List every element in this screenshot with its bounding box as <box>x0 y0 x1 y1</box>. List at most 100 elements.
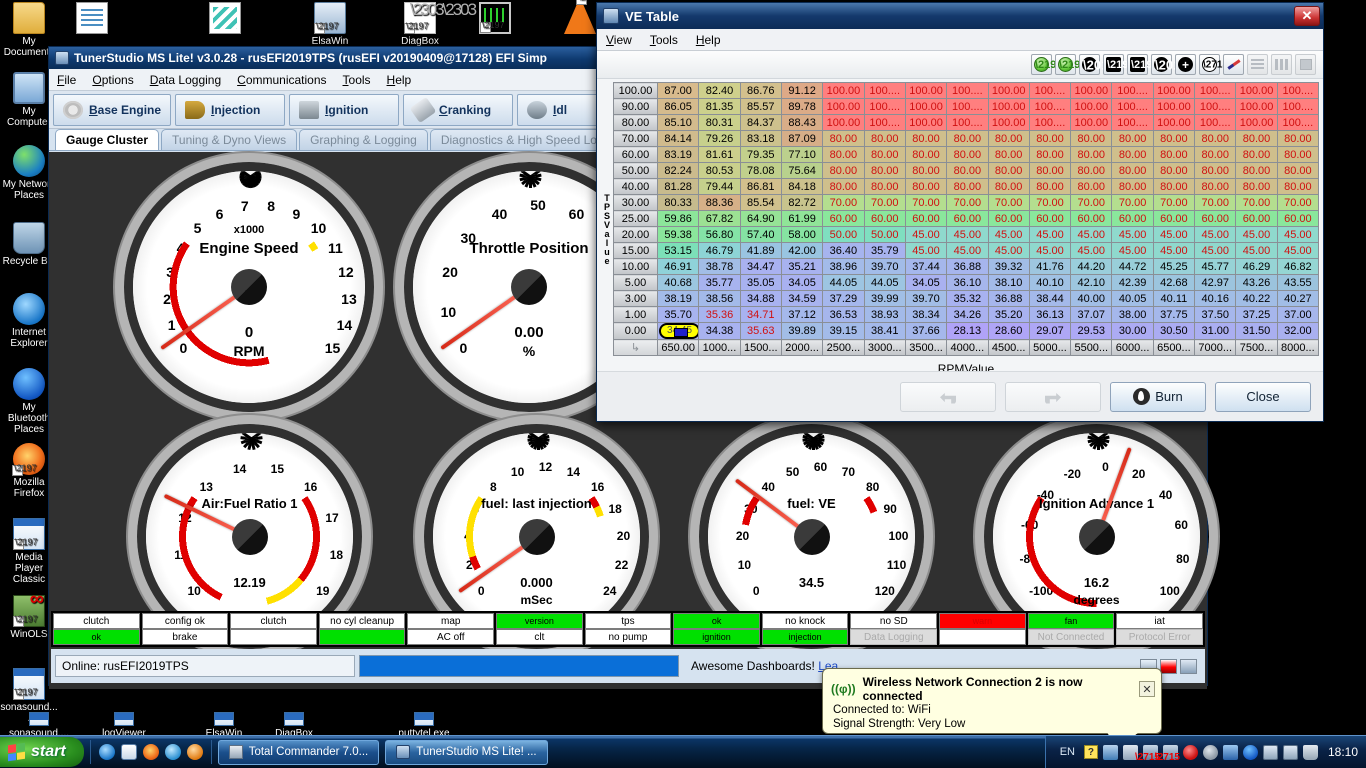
table-cell[interactable]: 80.00 <box>987 146 1030 163</box>
row-header[interactable]: 30.00 <box>613 194 658 211</box>
table-cell[interactable]: 81.61 <box>698 146 741 163</box>
menu-item-file[interactable]: File <box>49 71 84 89</box>
table-cell[interactable]: 91.12 <box>780 82 824 99</box>
table-cell[interactable]: 40.27 <box>1276 290 1319 307</box>
table-cell[interactable]: 60.00 <box>1070 210 1113 227</box>
table-cell[interactable]: 100.00 <box>1152 114 1196 131</box>
table-cell[interactable]: 84.14 <box>656 130 700 147</box>
table-cell[interactable]: 37.00 <box>1276 306 1319 323</box>
table-cell[interactable]: 53.15 <box>656 242 700 259</box>
table-cell[interactable]: 45.00 <box>987 242 1030 259</box>
help-icon[interactable]: ? <box>1083 745 1098 759</box>
table-cell[interactable]: 83.18 <box>739 130 782 147</box>
table-cell[interactable]: 35.32 <box>946 290 989 307</box>
table-cell[interactable]: 80.33 <box>656 194 700 211</box>
table-cell[interactable]: 80.00 <box>1070 130 1113 147</box>
table-cell[interactable]: 35.70 <box>656 306 700 323</box>
table-cell[interactable]: 80.00 <box>822 130 865 147</box>
table-cell[interactable]: 60.00 <box>863 210 906 227</box>
axis-swap-icon[interactable]: ↳ <box>613 339 658 356</box>
row-header[interactable]: 50.00 <box>613 162 658 179</box>
table-cell[interactable]: 87.00 <box>656 82 700 99</box>
table-cell[interactable]: 45.00 <box>946 226 989 243</box>
table-cell[interactable]: 100.... <box>1276 114 1319 131</box>
table-cell[interactable]: 80.00 <box>1152 146 1196 163</box>
taskbar-item-total-commander[interactable]: Total Commander 7.0... <box>217 739 380 765</box>
row-header[interactable]: 5.00 <box>613 274 658 291</box>
table-cell[interactable]: 42.68 <box>1152 274 1196 291</box>
table-cell[interactable]: 45.00 <box>1235 226 1278 243</box>
table-row[interactable]: 15.00 53.15 46.79 41.89 42.00 36.40 35.79 45.00… <box>613 242 1319 259</box>
show-desktop-icon[interactable] <box>120 744 137 760</box>
table-cell[interactable]: 36.10 <box>946 274 989 291</box>
table-cell[interactable]: 38.96 <box>822 258 865 275</box>
redo-button[interactable] <box>1005 381 1101 412</box>
table-cell[interactable]: 40.16 <box>1194 290 1237 307</box>
table-cell[interactable]: 100.00 <box>1070 82 1113 99</box>
table-cell[interactable]: 70.00 <box>1028 194 1072 211</box>
table-cell[interactable]: 45.00 <box>904 242 948 259</box>
table-cell[interactable]: 83.19 <box>656 146 700 163</box>
table-cell[interactable]: 100.... <box>946 82 989 99</box>
table-cell[interactable]: 40.11 <box>1152 290 1196 307</box>
column-header[interactable]: 7000... <box>1194 339 1237 356</box>
table-cell[interactable]: 30.00 <box>1111 322 1154 340</box>
table-cell[interactable]: 80.00 <box>863 162 906 179</box>
table-cell[interactable]: 45.00 <box>1276 242 1319 259</box>
close-icon[interactable]: ✕ <box>1294 6 1320 26</box>
toolbar-button-ignition[interactable]: Ignition <box>289 93 400 126</box>
desktop-icon-top-3[interactable]: DiagBox <box>391 2 475 47</box>
volume-muted-icon[interactable] <box>1202 744 1218 760</box>
table-cell[interactable]: 43.55 <box>1276 274 1319 291</box>
quick-launch-bar[interactable] <box>89 740 212 764</box>
column-header[interactable]: 1500... <box>739 339 782 356</box>
table-cell[interactable]: 35.77 <box>698 274 741 291</box>
table-cell[interactable]: 80.00 <box>904 178 948 195</box>
opera-icon[interactable] <box>186 744 203 760</box>
table-cell[interactable]: 80.00 <box>1235 162 1278 179</box>
table-cell[interactable]: 39.70 <box>904 290 948 307</box>
table-cell[interactable]: 100.... <box>1028 98 1072 115</box>
table-row[interactable]: 1.00 35.70 35.36 34.71 37.12 36.53 38.93 38.34 3… <box>613 306 1319 323</box>
firefox-icon[interactable] <box>142 744 159 760</box>
desktop-icon-top-1[interactable] <box>196 2 254 36</box>
table-cell[interactable]: 45.00 <box>1152 242 1196 259</box>
table-cell[interactable]: 82.40 <box>698 82 741 99</box>
table-cell[interactable]: 80.00 <box>1028 146 1072 163</box>
table-cell[interactable]: 70.00 <box>1235 194 1278 211</box>
menu-item-options[interactable]: Options <box>84 71 141 89</box>
table-cell[interactable]: 45.00 <box>1276 226 1319 243</box>
table-cell[interactable]: 80.00 <box>1028 178 1072 195</box>
row-header[interactable]: 25.00 <box>613 210 658 227</box>
ve-menu-item-view[interactable]: View <box>597 31 641 49</box>
table-cell[interactable]: 100.... <box>1111 114 1154 131</box>
table-cell[interactable]: 80.00 <box>863 178 906 195</box>
table-cell[interactable]: 37.75 <box>1152 306 1196 323</box>
total-commander-icon[interactable] <box>164 744 181 760</box>
table-cell[interactable]: 36.88 <box>987 290 1030 307</box>
table-cell[interactable]: 44.20 <box>1070 258 1113 275</box>
network-icon[interactable] <box>1102 744 1118 760</box>
table-cell[interactable]: 59.38 <box>656 226 700 243</box>
columns-view-icon[interactable] <box>1271 54 1292 75</box>
table-cell[interactable]: 35.79 <box>863 242 906 259</box>
table-cell[interactable]: 80.00 <box>1276 162 1319 179</box>
table-cell[interactable]: 60.00 <box>904 210 948 227</box>
table-cell[interactable]: 85.54 <box>739 194 782 211</box>
menu-item-data-logging[interactable]: Data Logging <box>142 71 229 89</box>
ve-table-grid[interactable]: 100.00 87.00 82.40 86.76 91.12 100.00 100.... 1… <box>613 82 1319 356</box>
table-cell[interactable]: 64.90 <box>739 210 782 227</box>
row-header[interactable]: 20.00 <box>613 226 658 243</box>
table-cell[interactable]: 86.05 <box>656 98 700 115</box>
table-cell[interactable]: 40.68 <box>656 274 700 291</box>
table-cell[interactable]: 100.00 <box>822 82 865 99</box>
table-cell[interactable]: 85.10 <box>656 114 700 131</box>
ve-table-window[interactable]: VE Table ✕ ViewToolsHelp TPSValue 100.00… <box>596 2 1324 422</box>
table-row[interactable]: 70.00 84.14 79.26 83.18 87.09 80.00 80.00 80.00… <box>613 130 1319 147</box>
tab-gauge-cluster[interactable]: Gauge Cluster <box>55 129 160 150</box>
table-cell[interactable]: 82.24 <box>656 162 700 179</box>
table-row[interactable]: 25.00 59.86 67.82 64.90 61.99 60.00 60.00 60.00… <box>613 210 1319 227</box>
table-cell[interactable]: 80.00 <box>1070 178 1113 195</box>
table-cell[interactable]: 46.29 <box>1235 258 1278 275</box>
table-cell[interactable]: 45.00 <box>1111 226 1154 243</box>
